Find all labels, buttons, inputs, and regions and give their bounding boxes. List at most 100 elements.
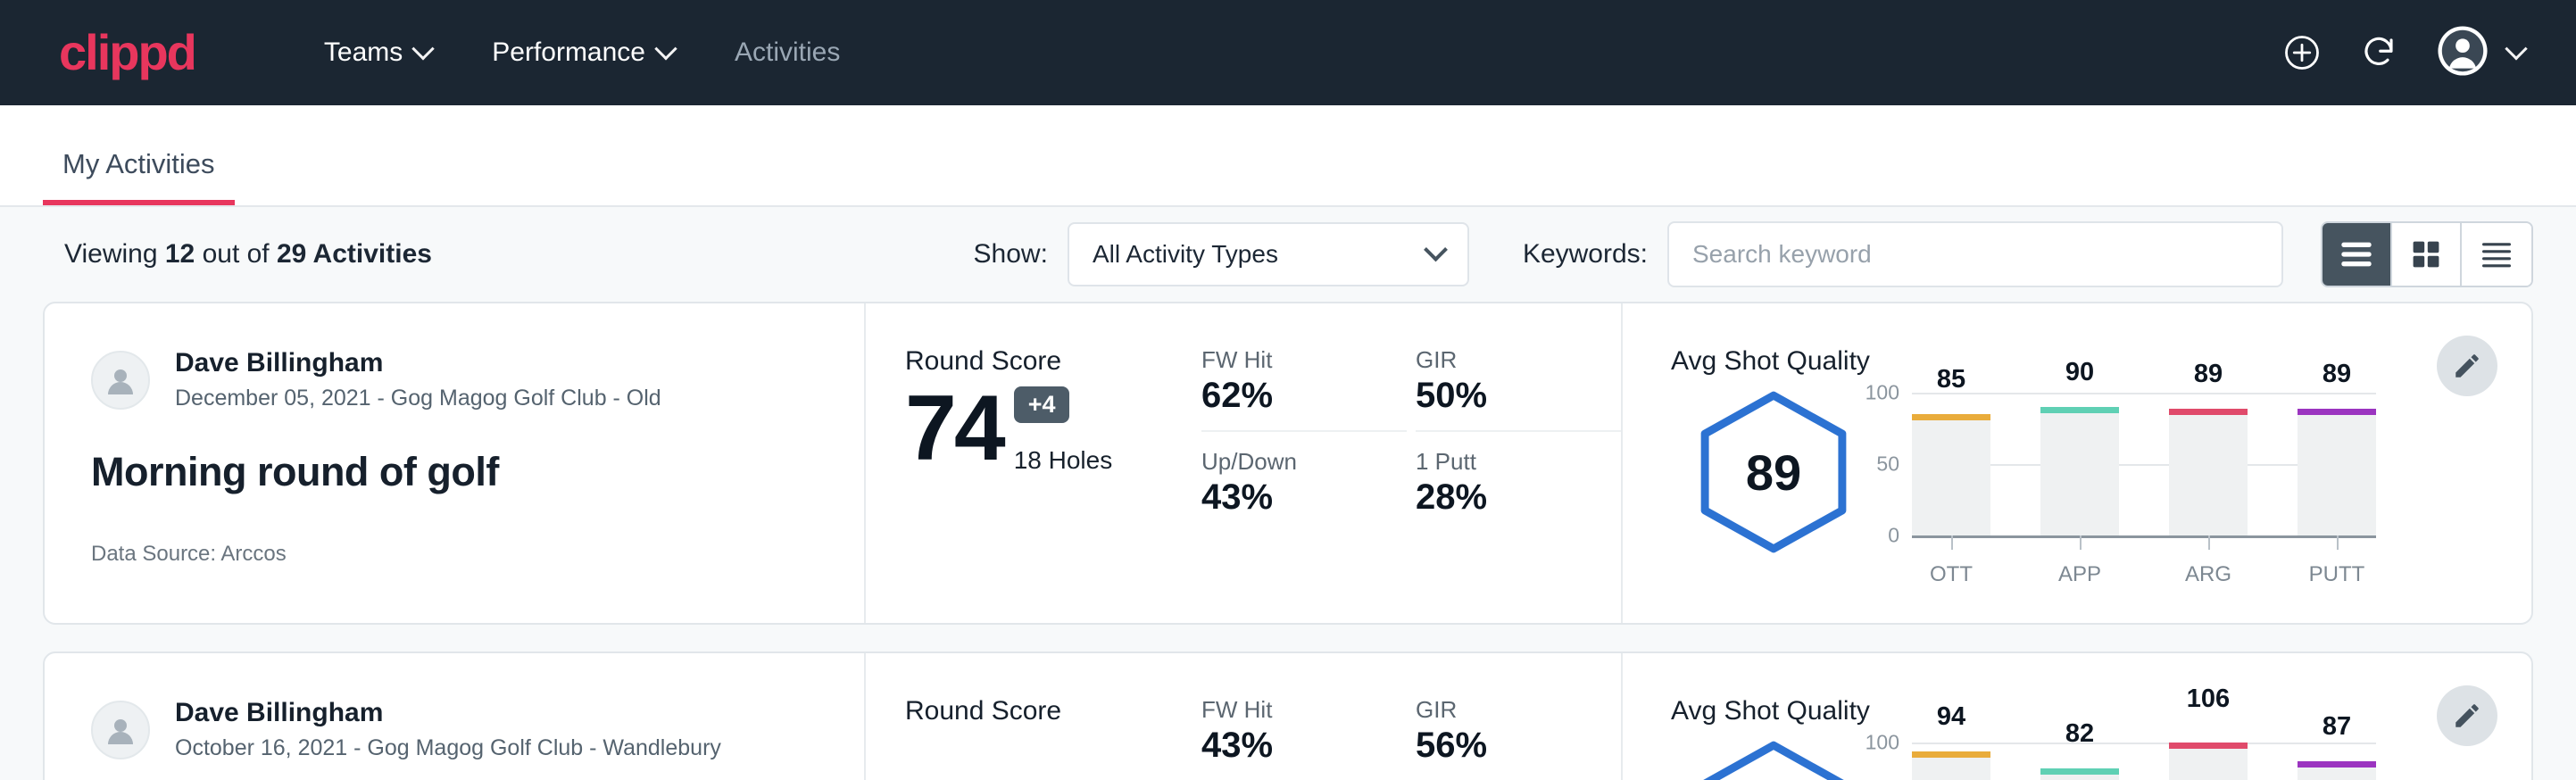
activity-info-column: Dave Billingham October 16, 2021 - Gog M…	[45, 653, 866, 780]
view-mode-grid-button[interactable]	[2392, 223, 2462, 286]
bar-column-ott: 85	[1912, 393, 1990, 535]
bar-value-putt: 87	[2298, 712, 2376, 742]
round-score-label: Round Score	[905, 346, 1194, 377]
x-label-putt: PUTT	[2298, 562, 2376, 587]
round-score-label: Round Score	[905, 696, 1194, 726]
holes-played: 18 Holes	[1014, 446, 1113, 475]
bar-cap-app	[2040, 407, 2119, 413]
chart-plot-area: 100 50 0 94	[1912, 743, 2376, 780]
search-input[interactable]	[1692, 240, 2258, 269]
tab-my-activities-label: My Activities	[62, 148, 215, 179]
bar-value-ott: 85	[1912, 365, 1990, 394]
chart-bars: 94 82	[1912, 743, 2376, 780]
bar-value-putt: 89	[2298, 360, 2376, 389]
activity-type-select[interactable]: All Activity Types	[1068, 222, 1469, 286]
x-label-arg: ARG	[2169, 562, 2248, 587]
pencil-icon	[2452, 701, 2482, 731]
shot-quality-bar-chart: 100 50 0 94	[1912, 732, 2376, 780]
activity-title: Morning round of golf	[91, 449, 864, 495]
stat-1-putt-label: 1 Putt	[1416, 448, 1592, 476]
viewing-mid: out of	[195, 239, 277, 269]
bar-column-putt: 89	[2298, 393, 2376, 535]
bar-value-arg: 89	[2169, 360, 2248, 389]
pencil-icon	[2452, 351, 2482, 381]
bar-value-app: 82	[2040, 719, 2119, 749]
activity-meta: October 16, 2021 - Gog Magog Golf Club -…	[175, 734, 721, 764]
bar-column-app: 82	[2040, 743, 2119, 780]
account-menu[interactable]	[2437, 25, 2524, 81]
refresh-icon[interactable]	[2360, 34, 2397, 71]
viewing-prefix: Viewing	[64, 239, 165, 269]
top-navigation-bar: clippd Teams Performance Activities	[0, 0, 2576, 105]
stat-up-down-value: 43%	[1201, 477, 1378, 518]
nav-item-activities-label: Activities	[735, 37, 840, 68]
stat-1-putt-value: 28%	[1416, 477, 1592, 518]
bar-column-putt: 87	[2298, 743, 2376, 780]
avg-shot-quality-hexagon	[1671, 732, 1876, 780]
viewing-summary: Viewing 12 out of 29 Activities	[64, 239, 432, 270]
chevron-down-icon	[654, 37, 677, 60]
stats-grid: FW Hit 43% GIR 56%	[1194, 653, 1623, 780]
nav-item-performance-label: Performance	[492, 37, 645, 68]
viewing-total: 29 Activities	[277, 239, 432, 269]
nav-item-teams[interactable]: Teams	[294, 37, 461, 68]
avatar	[91, 701, 150, 759]
nav-right-actions	[2283, 25, 2524, 81]
stat-gir-value: 50%	[1416, 376, 1592, 416]
filter-toolbar: Viewing 12 out of 29 Activities Show: Al…	[0, 207, 2576, 302]
x-tick-ott	[1951, 535, 1953, 550]
round-score-column: Round Score	[866, 653, 1194, 780]
chart-x-labels: OTT APP ARG PUTT	[1912, 562, 2376, 587]
activity-card[interactable]: Dave Billingham December 05, 2021 - Gog …	[43, 302, 2533, 625]
plus-circle-icon[interactable]	[2283, 34, 2321, 71]
nav-item-performance[interactable]: Performance	[461, 37, 704, 68]
bar-arg	[2169, 743, 2248, 780]
activity-info-column: Dave Billingham December 05, 2021 - Gog …	[45, 303, 866, 623]
search-field[interactable]	[1667, 221, 2283, 287]
page-tab-bar: My Activities	[0, 105, 2576, 207]
edit-activity-button[interactable]	[2437, 685, 2497, 746]
bar-column-ott: 94	[1912, 743, 1990, 780]
nav-item-activities[interactable]: Activities	[704, 37, 870, 68]
shot-quality-column: Avg Shot Quality 100 50 0	[1623, 653, 2531, 780]
stat-gir: GIR 50%	[1416, 346, 1621, 432]
bar-value-arg: 106	[2169, 685, 2248, 714]
bar-column-arg: 89	[2169, 393, 2248, 535]
player-name: Dave Billingham	[175, 346, 661, 380]
viewing-count: 12	[165, 239, 195, 269]
bar-column-app: 90	[2040, 393, 2119, 535]
keywords-label: Keywords:	[1523, 239, 1648, 270]
x-tick-putt	[2337, 535, 2339, 550]
y-tick-0: 0	[1888, 524, 1899, 548]
bar-value-ott: 94	[1912, 702, 1990, 732]
stat-gir-label: GIR	[1416, 696, 1592, 724]
edit-activity-button[interactable]	[2437, 336, 2497, 396]
score-differential-badge: +4	[1014, 386, 1070, 423]
stat-fw-hit-label: FW Hit	[1201, 346, 1378, 374]
round-score-column: Round Score 74 +4 18 Holes	[866, 303, 1194, 623]
bar-app	[2040, 768, 2119, 780]
clippd-logo[interactable]: clippd	[59, 28, 195, 78]
stat-fw-hit-value: 43%	[1201, 726, 1378, 766]
bar-cap-ott	[1912, 751, 1990, 758]
main-nav-links: Teams Performance Activities	[294, 37, 870, 68]
x-label-ott: OTT	[1912, 562, 1990, 587]
shot-quality-column: Avg Shot Quality 89 100 50 0	[1623, 303, 2531, 623]
round-score-value-row: 74 +4 18 Holes	[905, 382, 1194, 475]
bar-cap-app	[2040, 768, 2119, 775]
view-mode-list-button[interactable]	[2323, 223, 2392, 286]
stat-up-down-label: Up/Down	[1201, 448, 1378, 476]
bar-value-app: 90	[2040, 358, 2119, 387]
stat-fw-hit-value: 62%	[1201, 376, 1378, 416]
chevron-down-icon	[1424, 237, 1448, 261]
activity-card-list: Dave Billingham December 05, 2021 - Gog …	[0, 302, 2576, 780]
chart-plot-area: 100 50 0 85	[1912, 393, 2376, 535]
y-tick-100: 100	[1866, 731, 1899, 755]
view-mode-compact-button[interactable]	[2462, 223, 2531, 286]
filter-controls: Show: All Activity Types Keywords:	[974, 221, 2533, 287]
avg-shot-quality-hexagon: 89	[1671, 382, 1876, 555]
shot-quality-bar-chart: 100 50 0 85	[1912, 382, 2376, 587]
tab-my-activities[interactable]: My Activities	[43, 148, 235, 205]
activity-card[interactable]: Dave Billingham October 16, 2021 - Gog M…	[43, 651, 2533, 780]
x-tick-app	[2080, 535, 2082, 550]
